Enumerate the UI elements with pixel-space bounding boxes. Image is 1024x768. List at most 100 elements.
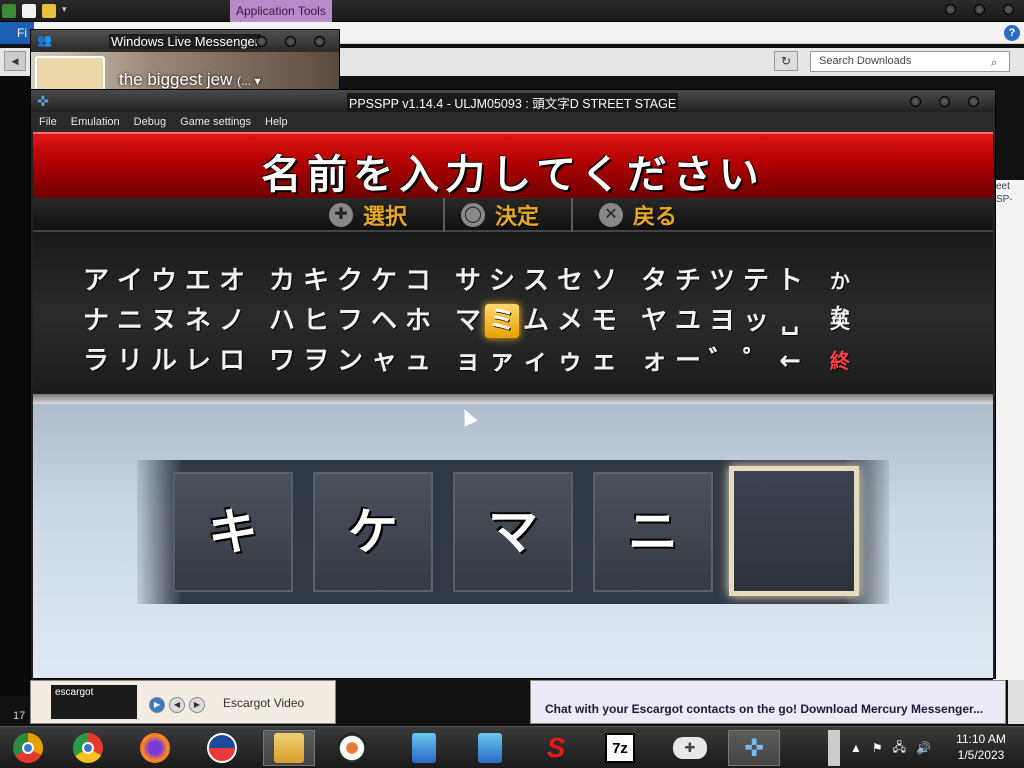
mercury-banner-text[interactable]: Chat with your Escargot contacts on the … <box>545 702 983 716</box>
keyboard-key[interactable]: ア <box>79 264 113 298</box>
taskbar-chrome-canary[interactable] <box>2 730 54 766</box>
keyboard-key[interactable]: エ <box>181 264 215 298</box>
previous-icon[interactable]: ◀ <box>169 697 185 713</box>
keyboard-key[interactable]: ロ <box>215 344 249 378</box>
menu-game-settings[interactable]: Game settings <box>180 116 251 128</box>
clock[interactable]: 11:10 AM 1/5/2023 <box>946 731 1016 763</box>
file-tab[interactable]: Fi <box>0 22 34 44</box>
menu-file[interactable]: File <box>39 116 57 128</box>
keyboard-key[interactable]: リ <box>113 344 147 378</box>
keyboard-key[interactable]: ヲ <box>299 344 333 378</box>
keyboard-key[interactable]: レ <box>181 344 215 378</box>
chevron-down-icon[interactable]: ▾ <box>62 4 70 18</box>
keyboard-key[interactable]: モ <box>587 304 621 338</box>
taskbar-7zip[interactable]: 7z <box>594 730 646 766</box>
keyboard-key[interactable]: ル <box>147 344 181 378</box>
taskbar-gamepad[interactable]: ✚ <box>664 730 716 766</box>
taskbar-sushi[interactable] <box>326 730 378 766</box>
search-icon[interactable]: ⌕ <box>991 54 1005 69</box>
menu-help[interactable]: Help <box>265 116 288 128</box>
keyboard-key[interactable]: ␣ <box>773 304 807 338</box>
keyboard-key[interactable]: ァ <box>485 344 519 378</box>
status-dropdown[interactable]: (... ▾ <box>237 74 260 88</box>
game-screen[interactable]: 名前を入力してください ✚ 選択 ◯ 決定 ✕ 戻る アイウエオカキクケコサシス… <box>33 132 993 678</box>
keyboard-key[interactable]: マ <box>451 304 485 338</box>
keyboard-key[interactable]: コ <box>401 264 435 298</box>
search-input[interactable]: Search Downloads ⌕ <box>810 51 1010 72</box>
keyboard-key[interactable]: ス <box>519 264 553 298</box>
new-folder-icon[interactable] <box>42 4 56 18</box>
keyboard-key[interactable]: ハ <box>265 304 299 338</box>
keyboard-key[interactable]: ュ <box>401 344 435 378</box>
keyboard-mode-key[interactable]: 英 <box>823 304 857 338</box>
taskbar-s-app[interactable]: S <box>530 730 582 766</box>
keyboard-key[interactable]: フ <box>333 304 367 338</box>
keyboard-key[interactable]: タ <box>637 264 671 298</box>
minimize-button[interactable] <box>256 36 267 47</box>
keyboard-key[interactable]: ィ <box>519 344 553 378</box>
keyboard-key[interactable]: ゛ <box>705 344 739 378</box>
keyboard-key[interactable]: ソ <box>587 264 621 298</box>
keyboard-key[interactable]: ッ <box>739 304 773 338</box>
keyboard-key[interactable]: ク <box>333 264 367 298</box>
taskbar-network-2[interactable] <box>464 730 516 766</box>
taskbar-file-explorer[interactable] <box>263 730 315 766</box>
keyboard-key[interactable]: キ <box>299 264 333 298</box>
keyboard-key[interactable]: テ <box>739 264 773 298</box>
taskbar-chrome[interactable] <box>62 730 114 766</box>
menu-debug[interactable]: Debug <box>134 116 166 128</box>
keyboard-key[interactable]: ナ <box>79 304 113 338</box>
keyboard-mode-key[interactable]: かな <box>823 264 857 327</box>
new-document-icon[interactable] <box>22 4 36 18</box>
keyboard-key[interactable]: ワ <box>265 344 299 378</box>
keyboard-key[interactable]: ツ <box>705 264 739 298</box>
refresh-button[interactable]: ↻ <box>774 51 798 71</box>
keyboard-key[interactable]: ヤ <box>637 304 671 338</box>
maximize-button[interactable] <box>939 96 950 107</box>
maximize-button[interactable] <box>285 36 296 47</box>
contact-name[interactable]: the biggest jew (... ▾ <box>119 70 261 90</box>
keyboard-key[interactable]: ー <box>671 344 705 378</box>
keyboard-key[interactable]: ャ <box>367 344 401 378</box>
keyboard-key[interactable]: イ <box>113 264 147 298</box>
minimize-button[interactable] <box>945 4 956 15</box>
messenger-titlebar[interactable]: 👥 Windows Live Messenger <box>31 30 339 52</box>
close-button[interactable] <box>314 36 325 47</box>
keyboard-key[interactable]: ェ <box>587 344 621 378</box>
keyboard-key[interactable]: ゥ <box>553 344 587 378</box>
taskbar-network-1[interactable] <box>398 730 450 766</box>
keyboard-key[interactable]: ラ <box>79 344 113 378</box>
scrollbar[interactable] <box>1008 680 1024 724</box>
play-icon[interactable]: ▶ <box>149 697 165 713</box>
keyboard-key[interactable]: オ <box>215 264 249 298</box>
keyboard-key[interactable]: ユ <box>671 304 705 338</box>
close-button[interactable] <box>968 96 979 107</box>
keyboard-key[interactable]: ォ <box>637 344 671 378</box>
help-icon[interactable]: ? <box>1004 25 1020 41</box>
application-tools-tab[interactable]: Application Tools <box>230 0 332 22</box>
keyboard-key[interactable]: ニ <box>113 304 147 338</box>
flag-icon[interactable]: ⚑ <box>872 741 883 755</box>
volume-icon[interactable]: 🔊 <box>916 741 931 755</box>
properties-icon[interactable] <box>2 4 16 18</box>
keyboard-key[interactable]: ヨ <box>705 304 739 338</box>
keyboard-key[interactable]: シ <box>485 264 519 298</box>
ppsspp-titlebar[interactable]: ✜ PPSSPP v1.14.4 - ULJM05093 : 頭文字D STRE… <box>31 90 995 112</box>
keyboard-key[interactable]: メ <box>553 304 587 338</box>
keyboard-key[interactable]: ト <box>773 264 807 298</box>
keyboard-key[interactable]: カ <box>265 264 299 298</box>
network-status-icon[interactable]: 🖧 <box>893 738 906 759</box>
menu-emulation[interactable]: Emulation <box>71 116 120 128</box>
keyboard-key[interactable]: ヘ <box>367 304 401 338</box>
keyboard-key[interactable]: ネ <box>181 304 215 338</box>
keyboard-key[interactable]: ヒ <box>299 304 333 338</box>
keyboard-key[interactable]: ← <box>773 344 807 378</box>
keyboard-mode-key[interactable]: 終 <box>823 344 857 378</box>
keyboard-key[interactable]: ン <box>333 344 367 378</box>
close-button[interactable] <box>1003 4 1014 15</box>
keyboard-key[interactable]: ケ <box>367 264 401 298</box>
keyboard-key[interactable]: ミ <box>485 304 519 338</box>
maximize-button[interactable] <box>974 4 985 15</box>
keyboard-key[interactable]: ヌ <box>147 304 181 338</box>
keyboard-key[interactable]: ホ <box>401 304 435 338</box>
